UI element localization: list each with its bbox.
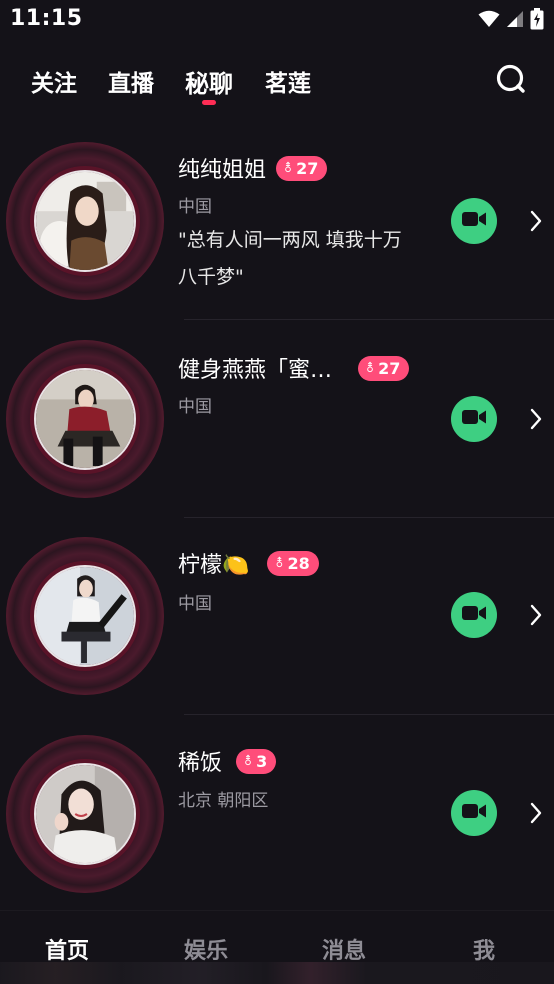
age-value: 3 [256, 751, 268, 771]
user-name: 柠檬🍋 [178, 553, 250, 578]
user-location: 中国 [178, 594, 212, 614]
app-screen: 11:15 关注 直播 秘聊 茗莲 纯纯姐姐 ⚨ 27 中国 "总有人间一两风 … [0, 0, 554, 984]
name-line: 柠檬🍋 ⚨ 28 [178, 547, 319, 579]
user-row[interactable]: 健身燕燕「蜜… ⚨ 27 中国 [0, 320, 554, 517]
bottom-tab-messages[interactable]: 消息 [322, 933, 366, 965]
top-tab-bar: 关注 直播 秘聊 茗莲 [0, 54, 554, 104]
age-badge: ⚨ 3 [236, 748, 277, 774]
bottom-edge-blur [0, 962, 554, 984]
user-location: 北京 朝阳区 [178, 791, 269, 811]
video-camera-icon [462, 605, 486, 625]
user-row[interactable]: 纯纯姐姐 ⚨ 27 中国 "总有人间一两风 填我十万 八千梦" [0, 122, 554, 319]
age-badge: ⚨ 27 [276, 155, 328, 181]
chevron-right-icon[interactable] [530, 408, 542, 430]
user-name: 纯纯姐姐 [178, 158, 267, 183]
age-value: 27 [296, 158, 319, 178]
name-line: 纯纯姐姐 ⚨ 27 [178, 152, 328, 184]
video-camera-icon [462, 803, 486, 823]
user-name: 稀饭 [178, 751, 223, 776]
avatar-ring [6, 340, 164, 498]
avatar-ring [6, 142, 164, 300]
user-location: 中国 [178, 397, 212, 417]
video-call-button[interactable] [451, 790, 497, 836]
avatar[interactable] [34, 565, 136, 667]
video-camera-icon [462, 211, 486, 231]
gender-icon: ⚨ [274, 556, 285, 570]
search-button[interactable] [494, 62, 528, 96]
bottom-tab-home[interactable]: 首页 [45, 933, 89, 965]
search-icon [494, 64, 528, 100]
age-badge: ⚨ 28 [267, 550, 319, 576]
video-camera-icon [462, 409, 486, 429]
status-time: 11:15 [10, 6, 83, 31]
user-bio: "总有人间一两风 填我十万 八千梦" [178, 222, 428, 296]
bottom-tab-entertainment[interactable]: 娱乐 [184, 933, 228, 965]
name-line: 稀饭 ⚨ 3 [178, 745, 277, 777]
tab-private-chat[interactable]: 秘聊 [185, 64, 233, 99]
battery-charging-icon [530, 8, 544, 30]
status-bar: 11:15 [0, 0, 554, 38]
user-row[interactable]: 稀饭 ⚨ 3 北京 朝阳区 [0, 715, 554, 912]
chevron-right-icon[interactable] [530, 604, 542, 626]
age-value: 27 [378, 358, 401, 378]
video-call-button[interactable] [451, 198, 497, 244]
avatar-ring [6, 537, 164, 695]
gender-icon: ⚨ [243, 754, 254, 768]
wifi-icon [478, 10, 500, 28]
user-location: 中国 [178, 197, 212, 217]
active-tab-indicator [202, 100, 216, 105]
gender-icon: ⚨ [283, 161, 294, 175]
chevron-right-icon[interactable] [530, 802, 542, 824]
bio-line: "总有人间一两风 填我十万 [178, 229, 402, 251]
avatar[interactable] [34, 368, 136, 470]
bottom-tab-me[interactable]: 我 [473, 933, 495, 965]
tab-minglian[interactable]: 茗莲 [265, 64, 311, 98]
avatar[interactable] [34, 170, 136, 272]
video-call-button[interactable] [451, 396, 497, 442]
user-name: 健身燕燕「蜜… [178, 358, 333, 383]
age-value: 28 [287, 553, 310, 573]
cell-signal-icon [506, 10, 524, 28]
bio-line: 八千梦" [178, 266, 244, 288]
video-call-button[interactable] [451, 592, 497, 638]
chevron-right-icon[interactable] [530, 210, 542, 232]
user-row[interactable]: 柠檬🍋 ⚨ 28 中国 [0, 517, 554, 714]
name-line: 健身燕燕「蜜… ⚨ 27 [178, 352, 410, 384]
avatar-ring [6, 735, 164, 893]
gender-icon: ⚨ [365, 361, 376, 375]
age-badge: ⚨ 27 [358, 355, 410, 381]
tab-following[interactable]: 关注 [31, 64, 77, 98]
tab-live[interactable]: 直播 [108, 64, 154, 98]
status-icons [478, 8, 544, 30]
avatar[interactable] [34, 763, 136, 865]
